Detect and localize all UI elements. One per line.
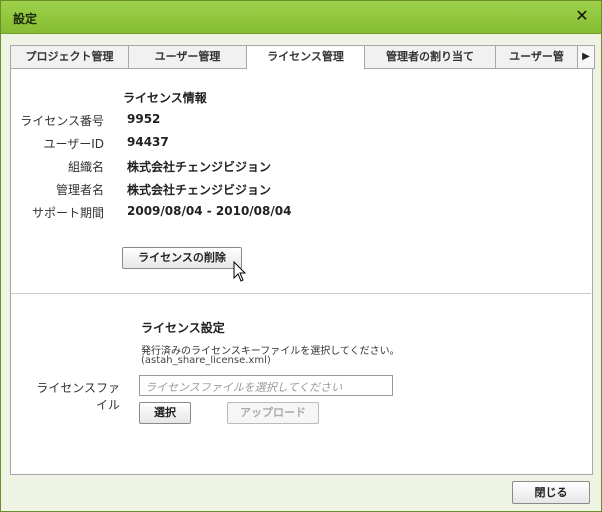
license-file-input[interactable]: ライセンスファイルを選択してください — [139, 375, 393, 396]
license-file-placeholder: ライセンスファイルを選択してください — [145, 381, 343, 394]
tab-user-management[interactable]: ユーザー管理 — [128, 45, 247, 69]
license-number-value: 9952 — [127, 112, 161, 126]
select-file-button[interactable]: 選択 — [139, 402, 191, 424]
license-number-label: ライセンス番号 — [20, 114, 104, 128]
close-icon[interactable]: ✕ — [573, 7, 591, 25]
support-period-label: サポート期間 — [31, 206, 104, 220]
license-file-label: ライセンスファイル — [36, 381, 120, 412]
tab-bar: プロジェクト管理 ユーザー管理 ライセンス管理 管理者の割り当て ユーザー管 ▶ — [10, 45, 595, 70]
admin-name-label: 管理者名 — [55, 183, 104, 197]
user-id-label: ユーザーID — [43, 137, 104, 151]
upload-button[interactable]: アップロード — [227, 402, 319, 424]
license-settings-heading: ライセンス設定 — [141, 321, 225, 335]
support-period-value: 2009/08/04 - 2010/08/04 — [127, 204, 292, 218]
organization-label: 組織名 — [67, 160, 104, 174]
tab-project-management[interactable]: プロジェクト管理 — [10, 45, 129, 69]
section-divider — [11, 293, 591, 294]
tab-admin-assignment[interactable]: 管理者の割り当て — [364, 45, 496, 69]
tab-license-management[interactable]: ライセンス管理 — [246, 45, 365, 70]
title-bar: 設定 ✕ — [1, 1, 601, 34]
settings-dialog: 設定 ✕ プロジェクト管理 ユーザー管理 ライセンス管理 管理者の割り当て ユー… — [0, 0, 602, 512]
tab-user-management-2[interactable]: ユーザー管 — [495, 45, 578, 69]
license-file-name-hint: (astah_share_license.xml) — [141, 355, 271, 366]
dialog-title: 設定 — [13, 12, 38, 26]
user-id-value: 94437 — [127, 135, 169, 149]
organization-value: 株式会社チェンジビジョン — [127, 160, 272, 174]
tab-scroll-right-icon[interactable]: ▶ — [577, 45, 595, 69]
close-button[interactable]: 閉じる — [512, 481, 590, 504]
license-info-heading: ライセンス情報 — [123, 91, 207, 105]
delete-license-button[interactable]: ライセンスの削除 — [122, 247, 242, 269]
admin-name-value: 株式会社チェンジビジョン — [127, 183, 272, 197]
mouse-cursor-icon — [233, 261, 247, 282]
